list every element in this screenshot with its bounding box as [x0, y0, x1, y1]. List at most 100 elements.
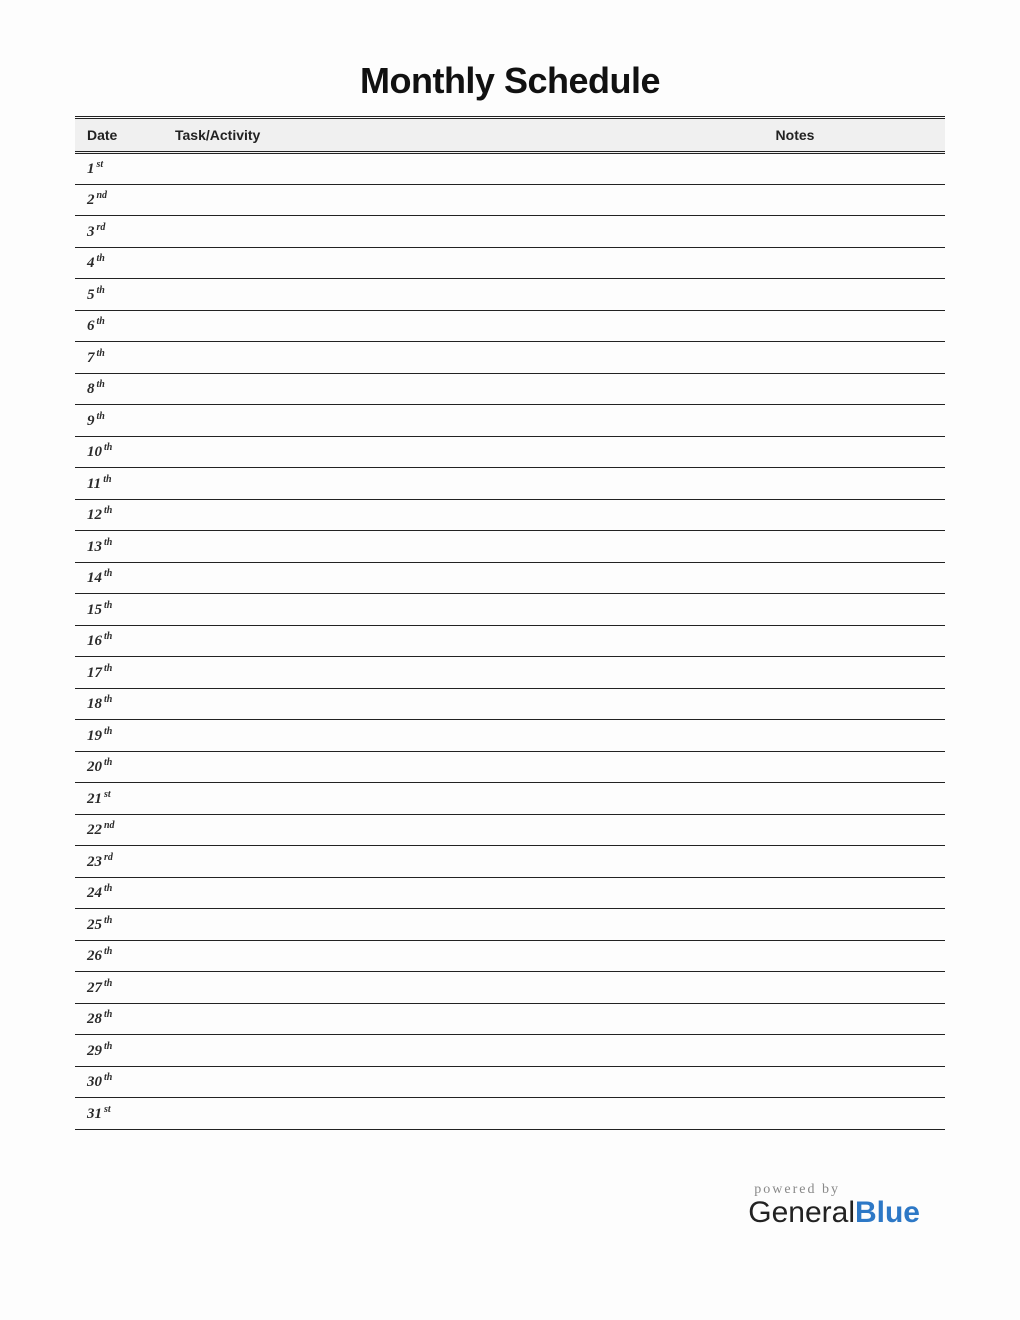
table-row: 23rd [75, 846, 945, 878]
footer-attribution: powered by GeneralBlue [748, 1182, 920, 1230]
ordinal-suffix: th [97, 253, 105, 264]
date-cell: 12th [75, 499, 165, 531]
ordinal-suffix: st [104, 1104, 111, 1115]
ordinal-suffix: th [104, 694, 112, 705]
ordinal-suffix: th [104, 631, 112, 642]
day-number: 24 [87, 885, 102, 901]
day-number: 22 [87, 822, 102, 838]
task-cell [165, 688, 645, 720]
notes-cell [645, 1003, 945, 1035]
notes-cell [645, 184, 945, 216]
date-cell: 27th [75, 972, 165, 1004]
task-cell [165, 153, 645, 185]
ordinal-suffix: th [97, 348, 105, 359]
task-cell [165, 436, 645, 468]
date-cell: 16th [75, 625, 165, 657]
table-row: 2nd [75, 184, 945, 216]
brand-text-general: General [748, 1196, 855, 1229]
schedule-table: Date Task/Activity Notes 1st2nd3rd4th5th… [75, 116, 945, 1130]
task-cell [165, 846, 645, 878]
task-cell [165, 1066, 645, 1098]
date-cell: 21st [75, 783, 165, 815]
day-number: 13 [87, 539, 102, 555]
date-cell: 31st [75, 1098, 165, 1130]
day-number: 8 [87, 381, 95, 397]
day-number: 7 [87, 350, 95, 366]
ordinal-suffix: th [104, 600, 112, 611]
ordinal-suffix: th [97, 411, 105, 422]
day-number: 20 [87, 759, 102, 775]
date-cell: 23rd [75, 846, 165, 878]
ordinal-suffix: th [103, 474, 111, 485]
ordinal-suffix: th [104, 1009, 112, 1020]
day-number: 2 [87, 192, 95, 208]
notes-cell [645, 342, 945, 374]
task-cell [165, 657, 645, 689]
notes-cell [645, 720, 945, 752]
date-cell: 7th [75, 342, 165, 374]
date-cell: 19th [75, 720, 165, 752]
brand-logo: GeneralBlue [748, 1196, 920, 1230]
task-cell [165, 342, 645, 374]
day-number: 9 [87, 413, 95, 429]
day-number: 27 [87, 980, 102, 996]
day-number: 6 [87, 318, 95, 334]
date-cell: 30th [75, 1066, 165, 1098]
page-title: Monthly Schedule [75, 60, 945, 102]
task-cell [165, 909, 645, 941]
ordinal-suffix: th [97, 316, 105, 327]
ordinal-suffix: th [104, 568, 112, 579]
table-row: 9th [75, 405, 945, 437]
notes-cell [645, 846, 945, 878]
table-row: 3rd [75, 216, 945, 248]
ordinal-suffix: th [104, 537, 112, 548]
task-cell [165, 310, 645, 342]
ordinal-suffix: nd [104, 820, 115, 831]
task-cell [165, 594, 645, 626]
notes-cell [645, 436, 945, 468]
task-cell [165, 1098, 645, 1130]
task-cell [165, 720, 645, 752]
table-row: 22nd [75, 814, 945, 846]
task-cell [165, 1003, 645, 1035]
notes-cell [645, 594, 945, 626]
notes-cell [645, 657, 945, 689]
ordinal-suffix: th [104, 1072, 112, 1083]
task-cell [165, 783, 645, 815]
day-number: 1 [87, 161, 95, 177]
ordinal-suffix: th [104, 726, 112, 737]
task-cell [165, 562, 645, 594]
day-number: 12 [87, 507, 102, 523]
ordinal-suffix: st [104, 789, 111, 800]
task-cell [165, 1035, 645, 1067]
task-cell [165, 184, 645, 216]
day-number: 3 [87, 224, 95, 240]
table-row: 1st [75, 153, 945, 185]
table-header-row: Date Task/Activity Notes [75, 118, 945, 153]
notes-cell [645, 531, 945, 563]
day-number: 23 [87, 854, 102, 870]
notes-cell [645, 940, 945, 972]
task-cell [165, 216, 645, 248]
date-cell: 15th [75, 594, 165, 626]
notes-cell [645, 909, 945, 941]
date-cell: 9th [75, 405, 165, 437]
task-cell [165, 468, 645, 500]
day-number: 16 [87, 633, 102, 649]
date-cell: 20th [75, 751, 165, 783]
table-row: 18th [75, 688, 945, 720]
ordinal-suffix: th [104, 915, 112, 926]
task-cell [165, 625, 645, 657]
table-row: 12th [75, 499, 945, 531]
notes-cell [645, 562, 945, 594]
table-row: 24th [75, 877, 945, 909]
day-number: 18 [87, 696, 102, 712]
date-cell: 11th [75, 468, 165, 500]
day-number: 25 [87, 917, 102, 933]
table-row: 31st [75, 1098, 945, 1130]
ordinal-suffix: th [97, 285, 105, 296]
notes-cell [645, 688, 945, 720]
task-cell [165, 373, 645, 405]
table-row: 26th [75, 940, 945, 972]
day-number: 31 [87, 1106, 102, 1122]
